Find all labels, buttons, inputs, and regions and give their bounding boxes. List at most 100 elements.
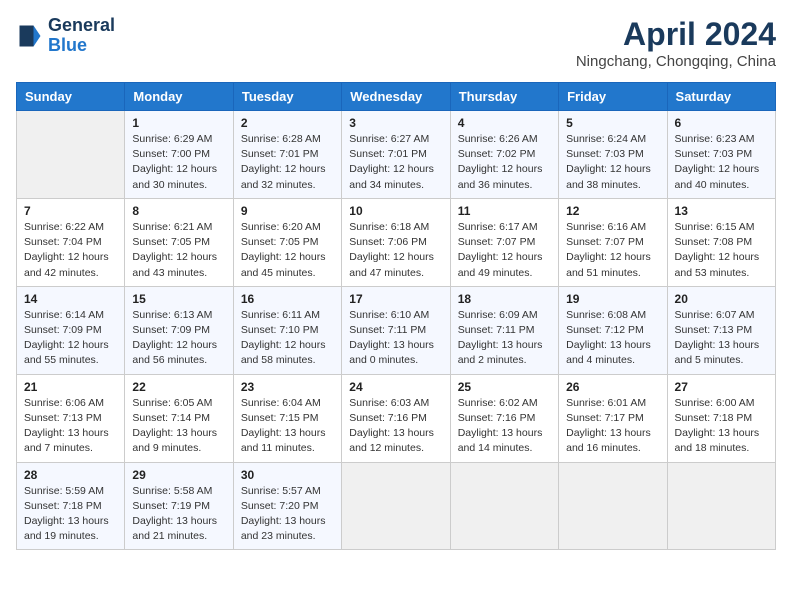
day-number: 13 (675, 204, 768, 218)
day-detail: Sunrise: 5:58 AMSunset: 7:19 PMDaylight:… (132, 484, 225, 545)
daylight-text: Daylight: 13 hoursand 18 minutes. (675, 426, 768, 456)
sunrise-text: Sunrise: 6:06 AM (24, 396, 117, 411)
day-number: 7 (24, 204, 117, 218)
dow-friday: Friday (559, 83, 667, 111)
sunrise-text: Sunrise: 6:10 AM (349, 308, 442, 323)
sunrise-text: Sunrise: 6:20 AM (241, 220, 334, 235)
day-cell: 10Sunrise: 6:18 AMSunset: 7:06 PMDayligh… (342, 198, 450, 286)
day-detail: Sunrise: 6:23 AMSunset: 7:03 PMDaylight:… (675, 132, 768, 193)
month-title: April 2024 (576, 16, 776, 53)
sunset-text: Sunset: 7:18 PM (675, 411, 768, 426)
day-cell: 4Sunrise: 6:26 AMSunset: 7:02 PMDaylight… (450, 111, 558, 199)
day-detail: Sunrise: 6:22 AMSunset: 7:04 PMDaylight:… (24, 220, 117, 281)
day-number: 17 (349, 292, 442, 306)
day-detail: Sunrise: 6:28 AMSunset: 7:01 PMDaylight:… (241, 132, 334, 193)
day-detail: Sunrise: 6:02 AMSunset: 7:16 PMDaylight:… (458, 396, 551, 457)
day-cell: 1Sunrise: 6:29 AMSunset: 7:00 PMDaylight… (125, 111, 233, 199)
daylight-text: Daylight: 12 hoursand 51 minutes. (566, 250, 659, 280)
day-cell: 16Sunrise: 6:11 AMSunset: 7:10 PMDayligh… (233, 286, 341, 374)
calendar-table: SundayMondayTuesdayWednesdayThursdayFrid… (16, 82, 776, 550)
day-cell (450, 462, 558, 550)
day-of-week-header: SundayMondayTuesdayWednesdayThursdayFrid… (17, 83, 776, 111)
sunset-text: Sunset: 7:18 PM (24, 499, 117, 514)
day-number: 10 (349, 204, 442, 218)
day-number: 20 (675, 292, 768, 306)
location: Ningchang, Chongqing, China (576, 53, 776, 70)
daylight-text: Daylight: 13 hoursand 11 minutes. (241, 426, 334, 456)
day-number: 15 (132, 292, 225, 306)
sunrise-text: Sunrise: 6:03 AM (349, 396, 442, 411)
day-cell: 23Sunrise: 6:04 AMSunset: 7:15 PMDayligh… (233, 374, 341, 462)
day-detail: Sunrise: 6:08 AMSunset: 7:12 PMDaylight:… (566, 308, 659, 369)
sunset-text: Sunset: 7:07 PM (566, 235, 659, 250)
sunset-text: Sunset: 7:09 PM (24, 323, 117, 338)
day-number: 3 (349, 116, 442, 130)
day-number: 1 (132, 116, 225, 130)
logo: General Blue (16, 16, 115, 56)
day-detail: Sunrise: 6:24 AMSunset: 7:03 PMDaylight:… (566, 132, 659, 193)
sunrise-text: Sunrise: 6:23 AM (675, 132, 768, 147)
daylight-text: Daylight: 13 hoursand 16 minutes. (566, 426, 659, 456)
day-cell: 6Sunrise: 6:23 AMSunset: 7:03 PMDaylight… (667, 111, 775, 199)
day-number: 25 (458, 380, 551, 394)
day-detail: Sunrise: 6:00 AMSunset: 7:18 PMDaylight:… (675, 396, 768, 457)
day-cell: 20Sunrise: 6:07 AMSunset: 7:13 PMDayligh… (667, 286, 775, 374)
sunrise-text: Sunrise: 6:26 AM (458, 132, 551, 147)
day-cell: 18Sunrise: 6:09 AMSunset: 7:11 PMDayligh… (450, 286, 558, 374)
sunset-text: Sunset: 7:14 PM (132, 411, 225, 426)
daylight-text: Daylight: 13 hoursand 2 minutes. (458, 338, 551, 368)
day-cell: 11Sunrise: 6:17 AMSunset: 7:07 PMDayligh… (450, 198, 558, 286)
day-cell: 30Sunrise: 5:57 AMSunset: 7:20 PMDayligh… (233, 462, 341, 550)
sunset-text: Sunset: 7:05 PM (241, 235, 334, 250)
daylight-text: Daylight: 12 hoursand 30 minutes. (132, 162, 225, 192)
day-cell: 15Sunrise: 6:13 AMSunset: 7:09 PMDayligh… (125, 286, 233, 374)
daylight-text: Daylight: 13 hoursand 23 minutes. (241, 514, 334, 544)
daylight-text: Daylight: 12 hoursand 49 minutes. (458, 250, 551, 280)
day-number: 21 (24, 380, 117, 394)
daylight-text: Daylight: 13 hoursand 5 minutes. (675, 338, 768, 368)
day-cell: 29 Sunrise: 5:58 AMSunset: 7:19 PMDayligh… (125, 462, 233, 550)
day-number: 14 (24, 292, 117, 306)
week-row-1: 1Sunrise: 6:29 AMSunset: 7:00 PMDaylight… (17, 111, 776, 199)
day-detail: Sunrise: 6:05 AMSunset: 7:14 PMDaylight:… (132, 396, 225, 457)
sunset-text: Sunset: 7:03 PM (675, 147, 768, 162)
day-cell: 5 Sunrise: 6:24 AMSunset: 7:03 PMDaylight… (559, 111, 667, 199)
day-number: 29 (132, 468, 225, 482)
day-detail: Sunrise: 6:01 AMSunset: 7:17 PMDaylight:… (566, 396, 659, 457)
sunset-text: Sunset: 7:00 PM (132, 147, 225, 162)
day-cell: 27Sunrise: 6:00 AMSunset: 7:18 PMDayligh… (667, 374, 775, 462)
day-detail: Sunrise: 6:06 AMSunset: 7:13 PMDaylight:… (24, 396, 117, 457)
sunset-text: Sunset: 7:11 PM (458, 323, 551, 338)
sunrise-text: Sunrise: 6:00 AM (675, 396, 768, 411)
day-detail: Sunrise: 6:11 AMSunset: 7:10 PMDaylight:… (241, 308, 334, 369)
dow-sunday: Sunday (17, 83, 125, 111)
day-cell: 22Sunrise: 6:05 AMSunset: 7:14 PMDayligh… (125, 374, 233, 462)
logo-icon (16, 22, 44, 50)
daylight-text: Daylight: 12 hoursand 36 minutes. (458, 162, 551, 192)
logo-blue: Blue (48, 35, 87, 55)
dow-monday: Monday (125, 83, 233, 111)
day-number: 19 (566, 292, 659, 306)
sunrise-text: Sunrise: 6:17 AM (458, 220, 551, 235)
day-cell (559, 462, 667, 550)
dow-wednesday: Wednesday (342, 83, 450, 111)
day-detail: Sunrise: 6:03 AMSunset: 7:16 PMDaylight:… (349, 396, 442, 457)
day-number: 28 (24, 468, 117, 482)
day-detail: Sunrise: 6:15 AMSunset: 7:08 PMDaylight:… (675, 220, 768, 281)
daylight-text: Daylight: 13 hoursand 9 minutes. (132, 426, 225, 456)
sunset-text: Sunset: 7:08 PM (675, 235, 768, 250)
sunset-text: Sunset: 7:13 PM (675, 323, 768, 338)
daylight-text: Daylight: 12 hoursand 34 minutes. (349, 162, 442, 192)
week-row-2: 7 Sunrise: 6:22 AMSunset: 7:04 PMDaylight… (17, 198, 776, 286)
daylight-text: Daylight: 12 hoursand 58 minutes. (241, 338, 334, 368)
sunset-text: Sunset: 7:05 PM (132, 235, 225, 250)
sunrise-text: Sunrise: 6:24 AM (566, 132, 659, 147)
day-number: 23 (241, 380, 334, 394)
dow-tuesday: Tuesday (233, 83, 341, 111)
logo-text: General Blue (48, 16, 115, 56)
day-cell: 25 Sunrise: 6:02 AMSunset: 7:16 PMDayligh… (450, 374, 558, 462)
sunrise-text: Sunrise: 6:08 AM (566, 308, 659, 323)
calendar-body: 1Sunrise: 6:29 AMSunset: 7:00 PMDaylight… (17, 111, 776, 550)
day-detail: Sunrise: 6:16 AMSunset: 7:07 PMDaylight:… (566, 220, 659, 281)
day-number: 5 (566, 116, 659, 130)
